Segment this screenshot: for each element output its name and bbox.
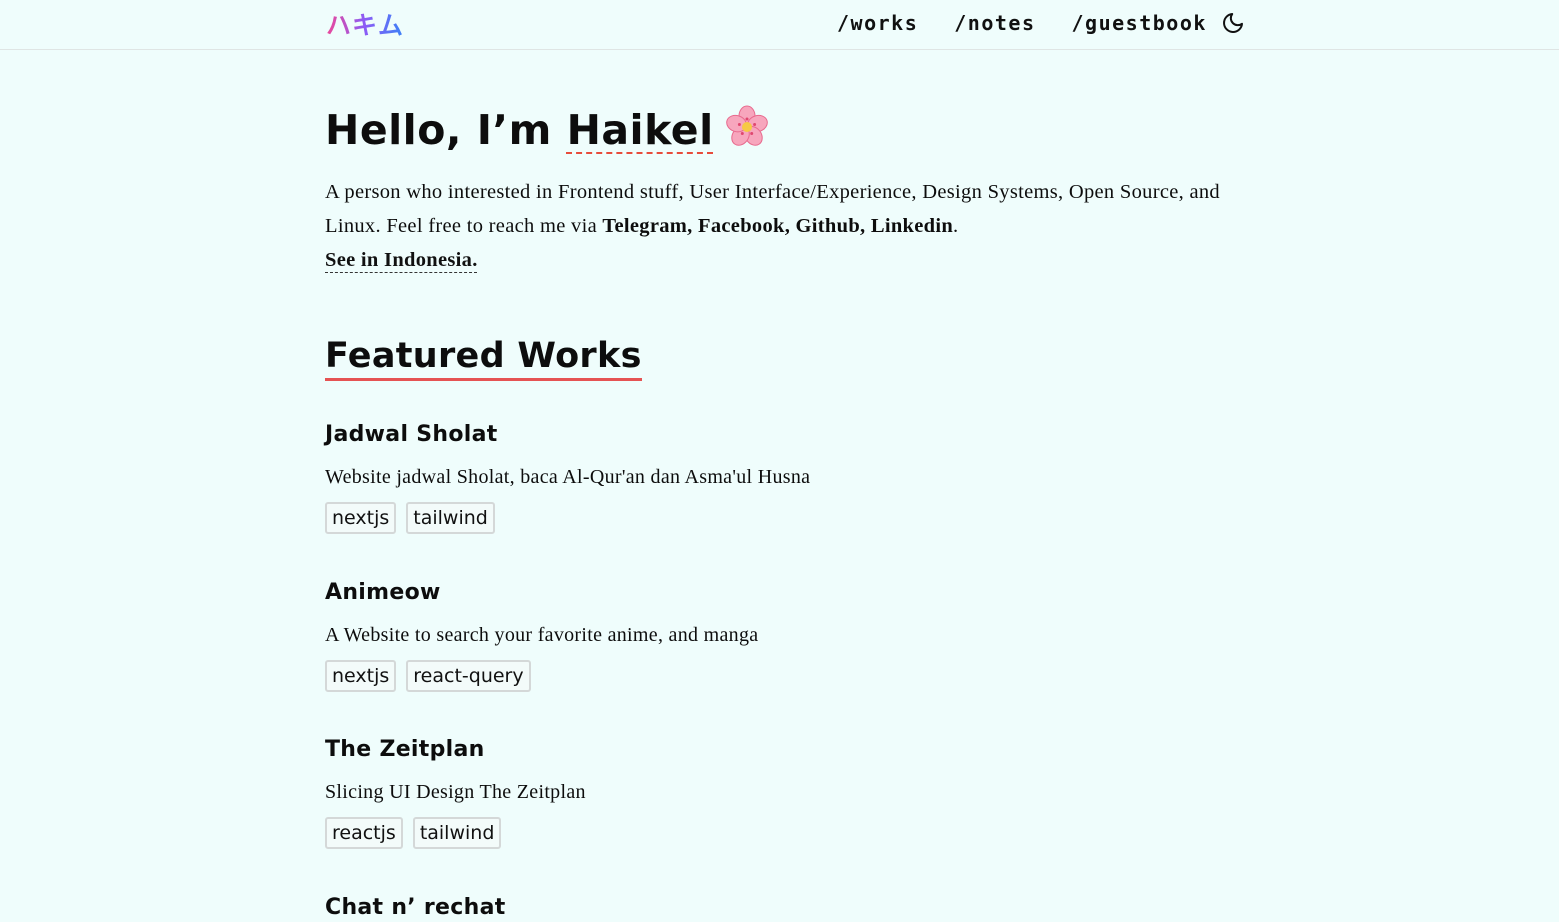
work-title[interactable]: Animeow xyxy=(325,579,1225,607)
hero-heading: Hello, I’m Haikel xyxy=(325,104,770,154)
top-navigation-bar: ハキム /works /notes /guestbook xyxy=(0,0,1559,50)
work-tags: reactjs tailwind xyxy=(325,817,1225,849)
tag: tailwind xyxy=(412,817,502,849)
nav-link-notes[interactable]: /notes xyxy=(954,10,1035,36)
tag: react-query xyxy=(406,660,531,692)
nav-link-works[interactable]: /works xyxy=(837,10,918,36)
work-item[interactable]: The Zeitplan Slicing UI Design The Zeitp… xyxy=(325,736,1225,849)
work-description: Website jadwal Sholat, baca Al-Qur'an da… xyxy=(325,466,811,488)
work-title[interactable]: The Zeitplan xyxy=(325,736,1225,764)
tag: nextjs xyxy=(325,660,397,692)
theme-toggle-button[interactable] xyxy=(1221,11,1245,35)
hero-name: Haikel xyxy=(566,106,714,154)
work-title[interactable]: Jadwal Sholat xyxy=(325,421,1225,449)
work-description: A Website to search your favorite anime,… xyxy=(325,624,759,646)
hero-greeting: Hello, I’m xyxy=(325,106,567,154)
tag: reactjs xyxy=(325,817,403,849)
intro-paragraph: A person who interested in Frontend stuf… xyxy=(325,175,1225,277)
work-item[interactable]: Chat n’ rechat xyxy=(325,894,1225,922)
work-tags: nextjs tailwind xyxy=(325,502,1225,534)
intro-period: . xyxy=(953,215,959,237)
social-links[interactable]: Telegram, Facebook, Github, Linkedin xyxy=(602,215,953,237)
tag: nextjs xyxy=(325,502,397,534)
see-in-indonesia-link[interactable]: See in Indonesia. xyxy=(325,249,478,271)
featured-works-heading: Featured Works xyxy=(325,334,642,381)
nav-link-guestbook[interactable]: /guestbook xyxy=(1072,10,1207,36)
work-item[interactable]: Jadwal Sholat Website jadwal Sholat, bac… xyxy=(325,421,1225,534)
cherry-blossom-icon xyxy=(724,104,770,150)
work-description: Slicing UI Design The Zeitplan xyxy=(325,781,586,803)
moon-icon xyxy=(1223,13,1243,33)
work-tags: nextjs react-query xyxy=(325,660,1225,692)
work-title[interactable]: Chat n’ rechat xyxy=(325,894,1225,922)
main-nav: /works /notes /guestbook xyxy=(837,10,1243,36)
work-item[interactable]: Animeow A Website to search your favorit… xyxy=(325,579,1225,692)
tag: tailwind xyxy=(406,502,495,534)
site-logo[interactable]: ハキム xyxy=(326,6,404,42)
